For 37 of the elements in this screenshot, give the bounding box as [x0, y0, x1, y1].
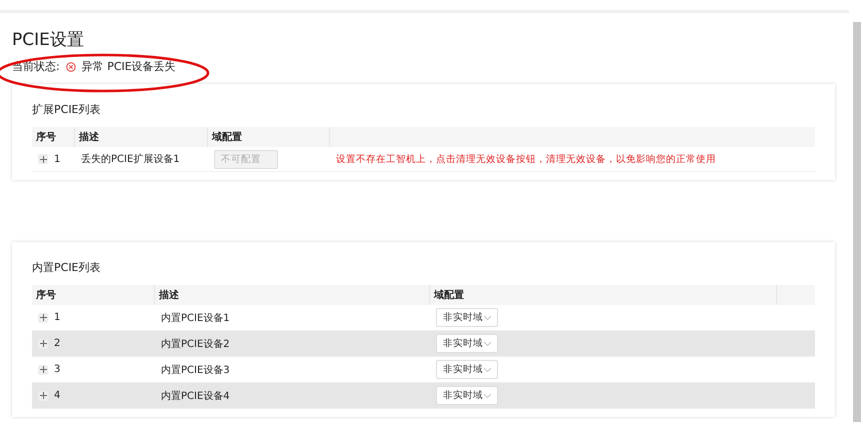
scrollbar[interactable]: [853, 22, 861, 422]
expand-icon[interactable]: [38, 338, 48, 348]
warning-message: 设置不存在工智机上，点击清理无效设备按钮，清理无效设备，以免影响您的正常使用: [336, 152, 716, 166]
table-cell: 1: [54, 312, 60, 323]
expand-icon[interactable]: [38, 154, 48, 164]
table-cell-text: 内置PCIE设备4: [161, 390, 230, 402]
column-header: 域配置: [430, 285, 777, 305]
page-title: PCIE设置: [12, 29, 85, 51]
column-header: 序号: [32, 127, 75, 147]
column-header: 描述: [75, 127, 208, 147]
column-header: 描述: [155, 285, 430, 305]
column-header: 序号: [32, 285, 155, 305]
status-text: 异常 PCIE设备丢失: [82, 59, 176, 74]
expand-icon[interactable]: [38, 364, 48, 374]
table-cell-text: 内置PCIE设备3: [161, 364, 230, 376]
expand-icon[interactable]: [38, 312, 48, 322]
table-cell-text: 内置PCIE设备1: [161, 312, 230, 324]
card-title: 内置PCIE列表: [32, 260, 102, 275]
domain-select[interactable]: 非实时域: [436, 386, 498, 405]
domain-select[interactable]: 非实时域: [436, 334, 498, 353]
table-cell: 1: [54, 154, 60, 164]
chevron-down-icon: [484, 394, 491, 398]
chevron-down-icon: [484, 368, 491, 372]
table-cell-text: 内置PCIE设备2: [161, 338, 230, 350]
table-cell-text: 丢失的PCIE扩展设备1: [81, 152, 180, 166]
column-header: [777, 285, 815, 305]
chevron-down-icon: [484, 342, 491, 346]
domain-select[interactable]: 非实时域: [436, 308, 498, 327]
domain-select[interactable]: 非实时域: [436, 360, 498, 379]
error-icon: [66, 62, 76, 72]
chevron-down-icon: [484, 316, 491, 320]
card-title: 扩展PCIE列表: [32, 102, 102, 117]
expand-icon[interactable]: [38, 390, 48, 400]
table-cell: 2: [54, 338, 60, 349]
column-header: 域配置: [208, 127, 330, 147]
table-cell: 4: [54, 390, 60, 401]
table-cell: 3: [54, 364, 60, 375]
